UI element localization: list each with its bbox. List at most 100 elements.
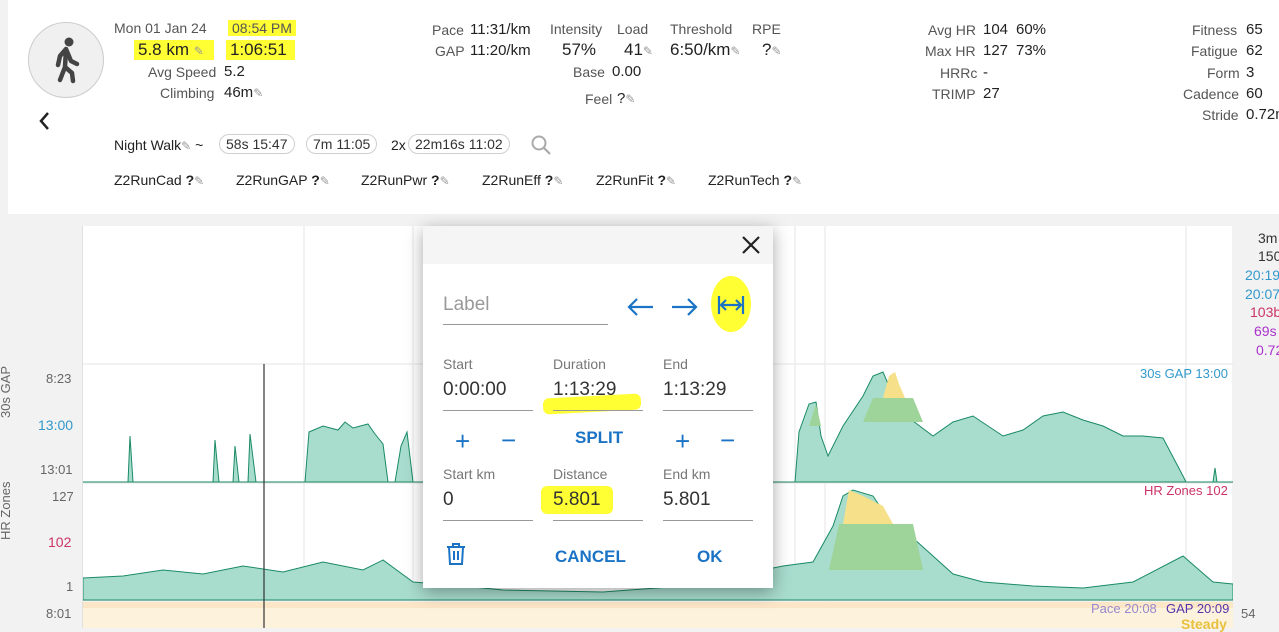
edit-pencil-icon[interactable]: ✎ (625, 92, 635, 106)
dialog-header (423, 226, 773, 264)
avg-hr-label: Avg HR (928, 22, 976, 38)
base-label: Base (573, 64, 605, 80)
edit-pencil-icon[interactable]: ✎ (253, 86, 263, 100)
gap-value: 11:20/km (470, 42, 531, 59)
fitness-label: Fitness (1192, 22, 1238, 38)
duration-label: Duration (553, 356, 606, 372)
label-input[interactable]: Label (443, 294, 490, 316)
interval-chip[interactable]: 58s 15:47 (219, 134, 295, 154)
interval-edit-dialog: Label Start 0:00:00 Duration 1:13:29 End… (423, 226, 773, 588)
side-label: 20:07 (1245, 286, 1279, 302)
start-underline (443, 410, 533, 411)
custom-field-z2rungap[interactable]: Z2RunGAP ?✎ (236, 172, 330, 188)
activity-type-avatar[interactable] (28, 22, 104, 98)
hrrc-label: HRRc (940, 65, 978, 81)
end-plus-button[interactable]: + (675, 426, 690, 457)
start-plus-button[interactable]: + (455, 426, 470, 457)
intensity-value: 57% (562, 40, 597, 59)
activity-time[interactable]: 08:54 PM (228, 20, 296, 36)
interval-chip[interactable]: 22m16s 11:02 (408, 134, 510, 154)
end-km-label: End km (663, 466, 711, 482)
close-icon[interactable] (741, 235, 761, 260)
base-value: 0.00 (612, 63, 642, 80)
interval-chip[interactable]: 7m 11:05 (306, 134, 378, 154)
hr-tick: 127 (52, 489, 74, 504)
distance-input[interactable]: 5.801 (553, 489, 601, 511)
distance-value[interactable]: 5.8 km ✎ (134, 40, 214, 60)
stride-value: 0.72m (1246, 106, 1279, 123)
custom-field-z2runeff[interactable]: Z2RunEff ?✎ (482, 172, 563, 188)
hr-axis-title: HR Zones (0, 481, 13, 540)
end-label: End (663, 356, 688, 372)
end-minus-button[interactable]: − (720, 425, 735, 456)
custom-field-z2runcad[interactable]: Z2RunCad ?✎ (114, 172, 204, 188)
side-label: 20:19 (1245, 267, 1279, 283)
gap-series-label-2: GAP 20:09 (1166, 601, 1230, 616)
side-label: 103b (1250, 304, 1279, 320)
search-icon[interactable] (530, 134, 552, 161)
end-input[interactable]: 1:13:29 (663, 379, 726, 401)
distance-underline (553, 520, 643, 521)
walking-person-icon (55, 37, 80, 84)
edit-pencil-icon[interactable]: ✎ (320, 174, 330, 188)
max-hr-label: Max HR (925, 43, 976, 59)
edit-pencil-icon[interactable]: ✎ (643, 44, 653, 58)
avg-hr-value: 104 (983, 21, 1009, 38)
custom-field-z2runtech[interactable]: Z2RunTech ?✎ (708, 172, 802, 188)
activity-name[interactable]: Night Walk✎ ~ (114, 137, 203, 153)
cancel-button[interactable]: CANCEL (555, 547, 626, 567)
end-km-input[interactable]: 5.801 (663, 489, 711, 511)
back-chevron-icon[interactable] (36, 110, 54, 137)
duration-input[interactable]: 1:13:29 (553, 379, 616, 401)
side-label: 3m (1258, 230, 1278, 246)
fitness-value: 65 (1246, 21, 1263, 38)
edit-pencil-icon[interactable]: ✎ (440, 174, 450, 188)
start-km-input[interactable]: 0 (443, 489, 454, 511)
edit-pencil-icon[interactable]: ✎ (792, 174, 802, 188)
start-label: Start (443, 356, 473, 372)
avg-speed-value: 5.2 (224, 63, 245, 80)
start-minus-button[interactable]: − (501, 425, 516, 456)
pace-label: Pace (432, 22, 464, 38)
hr-tick: 1 (66, 579, 74, 594)
arrow-left-icon[interactable] (625, 296, 655, 323)
fatigue-label: Fatigue (1191, 43, 1238, 59)
custom-field-z2runpwr[interactable]: Z2RunPwr ?✎ (361, 172, 450, 188)
split-button[interactable]: SPLIT (575, 428, 623, 448)
edit-pencil-icon[interactable]: ✎ (730, 44, 740, 58)
custom-field-z2runfit[interactable]: Z2RunFit ?✎ (596, 172, 676, 188)
form-label: Form (1207, 65, 1240, 81)
edit-pencil-icon[interactable]: ✎ (194, 44, 204, 58)
edit-pencil-icon[interactable]: ✎ (771, 44, 781, 58)
gap-series-label: 30s GAP 13:00 (1140, 366, 1228, 381)
pace-tick: 8:01 (46, 606, 72, 621)
load-value[interactable]: 41✎ (624, 40, 653, 60)
arrow-right-icon[interactable] (670, 296, 700, 323)
feel-value[interactable]: ?✎ (617, 90, 635, 107)
hr-series-label: HR Zones 102 (1144, 483, 1228, 498)
rpe-value[interactable]: ?✎ (762, 40, 782, 60)
trash-icon[interactable] (445, 542, 467, 571)
gap-tick: 13:00 (38, 417, 74, 433)
gap-tick: 8:23 (46, 371, 72, 386)
threshold-value[interactable]: 6:50/km✎ (670, 40, 741, 60)
duration-value[interactable]: 1:06:51 (226, 40, 295, 60)
edit-pencil-icon[interactable]: ✎ (666, 174, 676, 188)
interval-count: 2x (391, 137, 406, 153)
start-km-underline (443, 520, 533, 521)
edit-pencil-icon[interactable]: ✎ (553, 174, 563, 188)
expand-width-icon[interactable] (707, 268, 759, 339)
right-axis-value: 54 (1241, 606, 1256, 621)
hr-tick: 102 (48, 534, 72, 550)
activity-date: Mon 01 Jan 24 (114, 20, 207, 36)
edit-pencil-icon[interactable]: ✎ (181, 139, 191, 153)
ok-button[interactable]: OK (697, 547, 723, 567)
start-input[interactable]: 0:00:00 (443, 379, 506, 401)
trimp-value: 27 (983, 85, 1000, 102)
edit-pencil-icon[interactable]: ✎ (194, 174, 204, 188)
duration-underline (553, 410, 643, 411)
trimp-label: TRIMP (932, 86, 976, 102)
climbing-value[interactable]: 46m✎ (224, 84, 263, 101)
gap-axis-title: 30s GAP (0, 365, 13, 418)
start-km-label: Start km (443, 466, 496, 482)
